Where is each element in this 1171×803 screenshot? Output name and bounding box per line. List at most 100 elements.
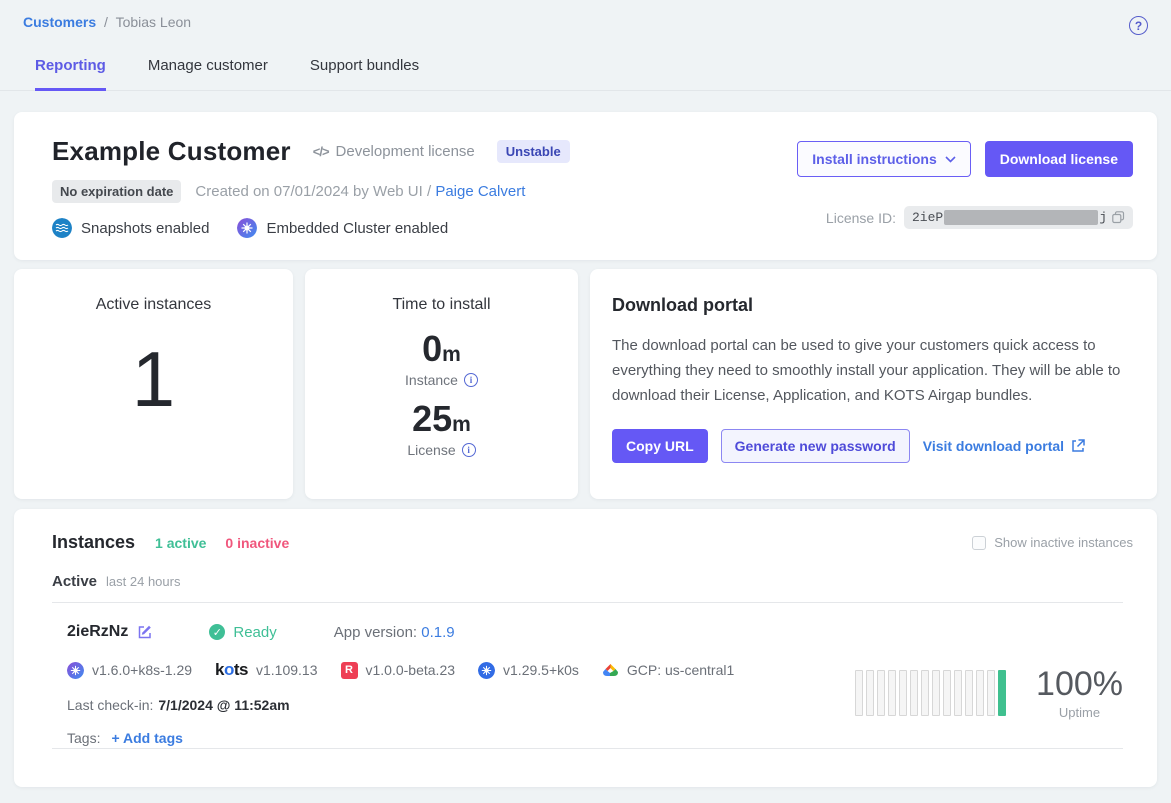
feature-embedded-cluster: Embedded Cluster enabled <box>237 218 448 238</box>
active-instances-value: 1 <box>14 340 293 418</box>
license-install-label: License i <box>305 442 578 458</box>
chevron-down-icon <box>945 156 956 163</box>
feature-snapshots: Snapshots enabled <box>52 218 209 238</box>
created-text: Created on 07/01/2024 by Web UI / Paige … <box>195 183 525 200</box>
version-kots: kots v1.109.13 <box>215 660 317 680</box>
instance-install-time: 0m <box>305 331 578 367</box>
status-text: Ready <box>233 624 276 641</box>
time-to-install-title: Time to install <box>305 296 578 314</box>
license-id-label: License ID: <box>826 210 896 226</box>
kubernetes-icon <box>478 662 495 679</box>
license-type: </> Development license <box>313 143 475 160</box>
divider <box>52 602 1123 603</box>
channel-badge: Unstable <box>497 140 570 163</box>
instance-install-label: Instance i <box>305 372 578 388</box>
expiration-badge: No expiration date <box>52 180 181 203</box>
tab-support-bundles[interactable]: Support bundles <box>310 57 419 90</box>
uptime-bar <box>954 670 962 716</box>
active-instances-card: Active instances 1 <box>14 269 293 499</box>
uptime-label: Uptime <box>1036 705 1123 720</box>
uptime-bar <box>976 670 984 716</box>
uptime-bar <box>855 670 863 716</box>
generate-password-button[interactable]: Generate new password <box>721 429 910 463</box>
active-count: 1 active <box>155 535 206 551</box>
uptime-bar-chart <box>855 670 1006 716</box>
breadcrumb-customers-link[interactable]: Customers <box>23 14 96 30</box>
created-by-link[interactable]: Paige Calvert <box>435 183 525 200</box>
uptime-cluster: 100% Uptime <box>855 666 1123 720</box>
uptime-bar <box>965 670 973 716</box>
visit-download-portal-link[interactable]: Visit download portal <box>923 438 1085 454</box>
license-type-label: Development license <box>336 143 475 160</box>
instances-title: Instances <box>52 532 135 553</box>
help-icon[interactable]: ? <box>1129 16 1148 35</box>
last-checkin-value: 7/1/2024 @ 11:52am <box>158 697 289 713</box>
uptime-bar <box>932 670 940 716</box>
customer-title: Example Customer <box>52 136 291 167</box>
instance-status: ✓ Ready <box>209 624 276 641</box>
download-portal-card: Download portal The download portal can … <box>590 269 1157 499</box>
embedded-cluster-icon <box>67 662 84 679</box>
code-icon: </> <box>313 144 329 159</box>
download-license-button[interactable]: Download license <box>985 141 1133 177</box>
feature-label: Snapshots enabled <box>81 220 209 237</box>
snapshots-icon <box>52 218 72 238</box>
uptime-bar <box>998 670 1006 716</box>
app-version: App version: 0.1.9 <box>334 624 455 641</box>
license-id-redaction <box>944 210 1098 225</box>
time-to-install-card: Time to install 0m Instance i 25m Licens… <box>305 269 578 499</box>
uptime-bar <box>943 670 951 716</box>
download-portal-title: Download portal <box>612 295 1135 316</box>
customer-header-card: Example Customer </> Development license… <box>14 112 1157 260</box>
uptime-bar <box>910 670 918 716</box>
check-circle-icon: ✓ <box>209 624 225 640</box>
info-icon[interactable]: i <box>462 443 476 457</box>
uptime-bar <box>877 670 885 716</box>
app-version-link[interactable]: 0.1.9 <box>421 624 454 641</box>
license-id-value[interactable]: 2ieP j <box>904 206 1133 229</box>
replicated-icon: R <box>341 662 358 679</box>
breadcrumb-current: Tobias Leon <box>116 14 192 30</box>
tags-row: Tags: + Add tags <box>67 730 1133 746</box>
feature-label: Embedded Cluster enabled <box>266 220 448 237</box>
info-icon[interactable]: i <box>464 373 478 387</box>
copy-icon[interactable] <box>1112 211 1125 224</box>
instances-card: Instances 1 active 0 inactive Show inact… <box>14 509 1157 787</box>
gcp-icon <box>602 663 619 677</box>
top-bar: Customers / Tobias Leon ? <box>0 0 1171 35</box>
breadcrumb-separator: / <box>104 14 108 30</box>
embedded-cluster-icon <box>237 218 257 238</box>
version-kubernetes: v1.29.5+k0s <box>478 662 579 679</box>
uptime-bar <box>899 670 907 716</box>
uptime-bar <box>888 670 896 716</box>
show-inactive-toggle[interactable]: Show inactive instances <box>972 535 1133 550</box>
version-gcp: GCP: us-central1 <box>602 662 734 678</box>
uptime-value: 100% <box>1036 666 1123 703</box>
tab-manage-customer[interactable]: Manage customer <box>148 57 268 90</box>
copy-url-button[interactable]: Copy URL <box>612 429 708 463</box>
version-embedded-cluster: v1.6.0+k8s-1.29 <box>67 662 192 679</box>
version-replicated: R v1.0.0-beta.23 <box>341 662 456 679</box>
edit-icon[interactable] <box>137 624 153 640</box>
tags-label: Tags: <box>67 730 100 746</box>
active-section-sublabel: last 24 hours <box>106 574 180 589</box>
divider <box>52 748 1123 749</box>
uptime-bar <box>866 670 874 716</box>
install-instructions-button[interactable]: Install instructions <box>797 141 970 177</box>
inactive-count: 0 inactive <box>225 535 289 551</box>
instance-id: 2ieRzNz <box>67 623 128 641</box>
add-tags-link[interactable]: + Add tags <box>111 730 182 746</box>
show-inactive-label: Show inactive instances <box>994 535 1133 550</box>
active-section-label: Active <box>52 573 97 590</box>
download-portal-description: The download portal can be used to give … <box>612 333 1135 408</box>
kots-logo: kots <box>215 660 248 680</box>
active-instances-title: Active instances <box>14 296 293 314</box>
uptime-bar <box>921 670 929 716</box>
license-install-time: 25m <box>305 401 578 437</box>
tab-reporting[interactable]: Reporting <box>35 57 106 91</box>
tab-bar: Reporting Manage customer Support bundle… <box>0 57 1171 91</box>
uptime-bar <box>987 670 995 716</box>
breadcrumb: Customers / Tobias Leon <box>23 14 191 30</box>
external-link-icon <box>1071 439 1085 453</box>
show-inactive-checkbox[interactable] <box>972 536 986 550</box>
